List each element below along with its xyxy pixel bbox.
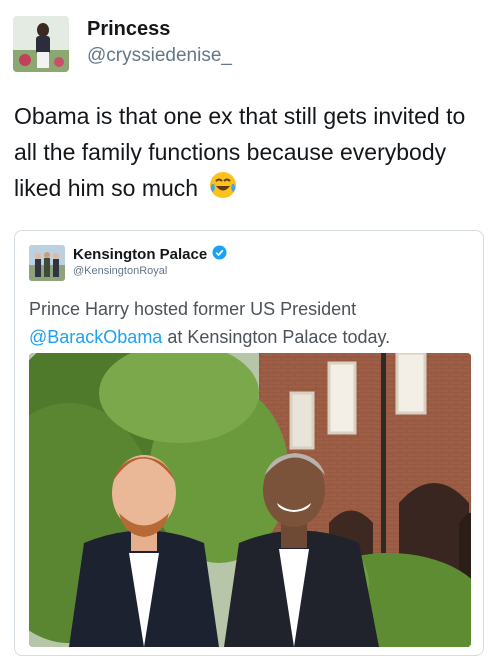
tweet[interactable]: Princess @cryssiedenise_ Obama is that o…: [0, 0, 500, 668]
photo-image: [29, 353, 471, 647]
tweet-text-content: Obama is that one ex that still gets inv…: [14, 103, 466, 202]
quoted-avatar[interactable]: [29, 245, 65, 281]
user-avatar[interactable]: [13, 16, 69, 72]
quoted-text-before: Prince Harry hosted former US President: [29, 299, 357, 319]
quoted-user-name[interactable]: Kensington Palace: [73, 245, 227, 264]
tweet-photo[interactable]: [29, 353, 471, 647]
tweet-text: Obama is that one ex that still gets inv…: [14, 98, 492, 210]
quoted-avatar-image: [29, 245, 65, 281]
quoted-tweet-text: Prince Harry hosted former US President …: [29, 295, 469, 351]
quoted-tweet-card[interactable]: Kensington Palace @KensingtonRoyal Princ…: [14, 230, 484, 656]
user-name[interactable]: Princess: [87, 18, 170, 41]
avatar-image: [13, 16, 69, 72]
mention-link[interactable]: @BarackObama: [29, 327, 162, 347]
quoted-user-handle[interactable]: @KensingtonRoyal: [73, 265, 167, 277]
user-handle[interactable]: @cryssiedenise_: [87, 45, 232, 67]
quoted-text-after: at Kensington Palace today.: [162, 327, 391, 347]
quoted-user-name-text: Kensington Palace: [73, 246, 208, 263]
verified-badge-icon: [212, 245, 227, 264]
face-with-tears-of-joy-icon: [208, 170, 238, 210]
